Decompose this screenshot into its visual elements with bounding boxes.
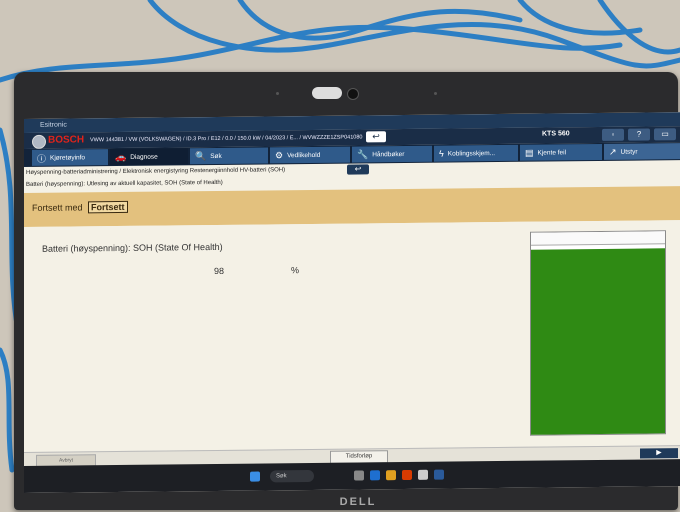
nav-label: Utstyr [620,148,638,156]
nav-label: Diagnose [130,153,158,161]
bosch-logo-icon [32,134,46,149]
explorer-icon[interactable] [386,470,396,481]
webcam-shutter [312,87,342,99]
back-arrow-button[interactable]: ↩ [347,164,369,175]
diagnostic-screen: Esitronic BOSCH VWW 144381 / VW (VOLKSWA… [24,112,680,494]
taskview-icon[interactable] [354,470,364,481]
bosch-app-icon[interactable] [434,469,444,480]
info-icon: ⓘ [37,153,47,164]
nav-label: Kjente feil [537,148,567,157]
webcam-lens [347,88,359,100]
sensor-dot [276,92,279,95]
nav-known-faults[interactable]: ▤ Kjente feil [520,143,602,161]
app-icon[interactable] [418,469,428,480]
brand-name: BOSCH [48,134,85,146]
continue-button[interactable]: Fortsett [88,200,128,214]
next-button[interactable]: ▶ [640,448,678,459]
parameter-unit: % [291,265,300,276]
vehicle-description: VWW 144381 / VW (VOLKSWAGEN) / ID.3 Pro … [90,134,363,144]
nav-label: Vedlikehold [287,151,321,159]
start-icon[interactable] [250,471,260,482]
breadcrumb: Høyspenning-batteriadministrering / Elek… [26,167,286,176]
soh-bar-gauge [530,230,666,436]
continue-instruction: Fortsett med Fortsett [32,200,128,214]
connection-button[interactable]: ◦ [602,128,624,141]
edge-icon[interactable] [370,470,380,481]
dell-logo: DELL [339,496,377,508]
back-button[interactable]: ↩ [366,131,386,143]
external-icon: ↗ [609,146,617,157]
parameter-label: Batteri (høyspenning): SOH (State Of Hea… [42,241,223,254]
gauge-fill [531,248,665,435]
help-button[interactable]: ? [628,128,650,141]
gears-icon: ⚙ [275,149,284,160]
nav-label: Kjøretøyinfo [50,153,86,162]
page-subtitle: Batteri (høyspenning): Utlesing av aktue… [26,179,223,188]
office-icon[interactable] [402,469,412,481]
nav-search[interactable]: 🔍 Søk [190,147,268,165]
top-bezel [14,72,678,116]
book-icon: ▤ [525,147,534,158]
continue-label: Fortsett med [32,202,83,213]
nav-vehicle-info[interactable]: ⓘ Kjøretøyinfo [32,149,108,166]
sensor-dot [434,92,437,95]
device-name: KTS 560 [542,130,570,138]
nav-label: Håndbøker [372,150,405,158]
taskbar-search[interactable]: Søk [270,469,314,483]
nav-equipment[interactable]: ↗ Utstyr [604,143,680,160]
measurement-panel: Batteri (høyspenning): SOH (State Of Hea… [24,220,680,452]
car-icon: 🚗 [115,151,127,162]
nav-maintenance[interactable]: ⚙ Vedlikehold [270,146,350,164]
parameter-value: 98 [214,265,225,277]
nav-diagnose[interactable]: 🚗 Diagnose [110,148,188,166]
gauge-header [531,231,665,246]
nav-label: Søk [210,152,222,160]
window-title: Esitronic [40,121,67,129]
print-button[interactable]: ▭ [654,128,676,141]
wrench-icon: 🔧 [357,148,369,160]
lightning-icon: ϟ [439,148,444,159]
nav-wiring-diagrams[interactable]: ϟ Koblingsskjem... [434,144,518,162]
search-icon: 🔍 [195,150,207,161]
nav-manuals[interactable]: 🔧 Håndbøker [352,145,432,163]
nav-label: Koblingsskjem... [447,149,496,158]
